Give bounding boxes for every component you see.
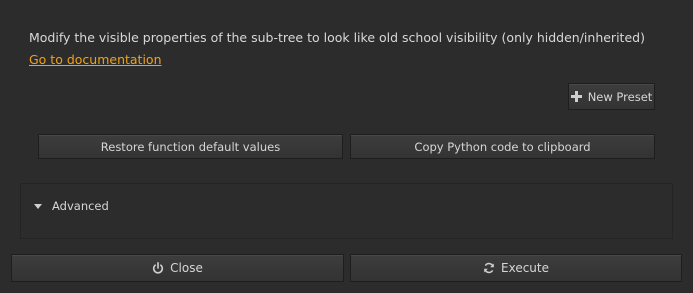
plus-icon (570, 91, 582, 102)
refresh-icon (483, 262, 495, 274)
advanced-label: Advanced (52, 199, 109, 213)
power-icon (152, 262, 164, 274)
advanced-section: Advanced (20, 183, 673, 239)
close-button[interactable]: Close (11, 254, 344, 282)
execute-label: Execute (501, 261, 549, 275)
collapse-triangle-icon (34, 204, 42, 209)
execute-button[interactable]: Execute (350, 254, 682, 282)
documentation-link[interactable]: Go to documentation (29, 52, 162, 67)
restore-defaults-label: Restore function default values (100, 139, 281, 154)
close-label: Close (170, 261, 203, 275)
copy-python-button[interactable]: Copy Python code to clipboard (350, 134, 655, 159)
new-preset-label: New Preset (587, 89, 653, 104)
restore-defaults-button[interactable]: Restore function default values (38, 134, 343, 159)
function-description: Modify the visible properties of the sub… (29, 30, 645, 45)
new-preset-button[interactable]: New Preset (568, 83, 655, 110)
advanced-toggle[interactable]: Advanced (34, 199, 109, 213)
copy-python-label: Copy Python code to clipboard (414, 139, 591, 154)
function-dialog: Modify the visible properties of the sub… (0, 0, 693, 293)
